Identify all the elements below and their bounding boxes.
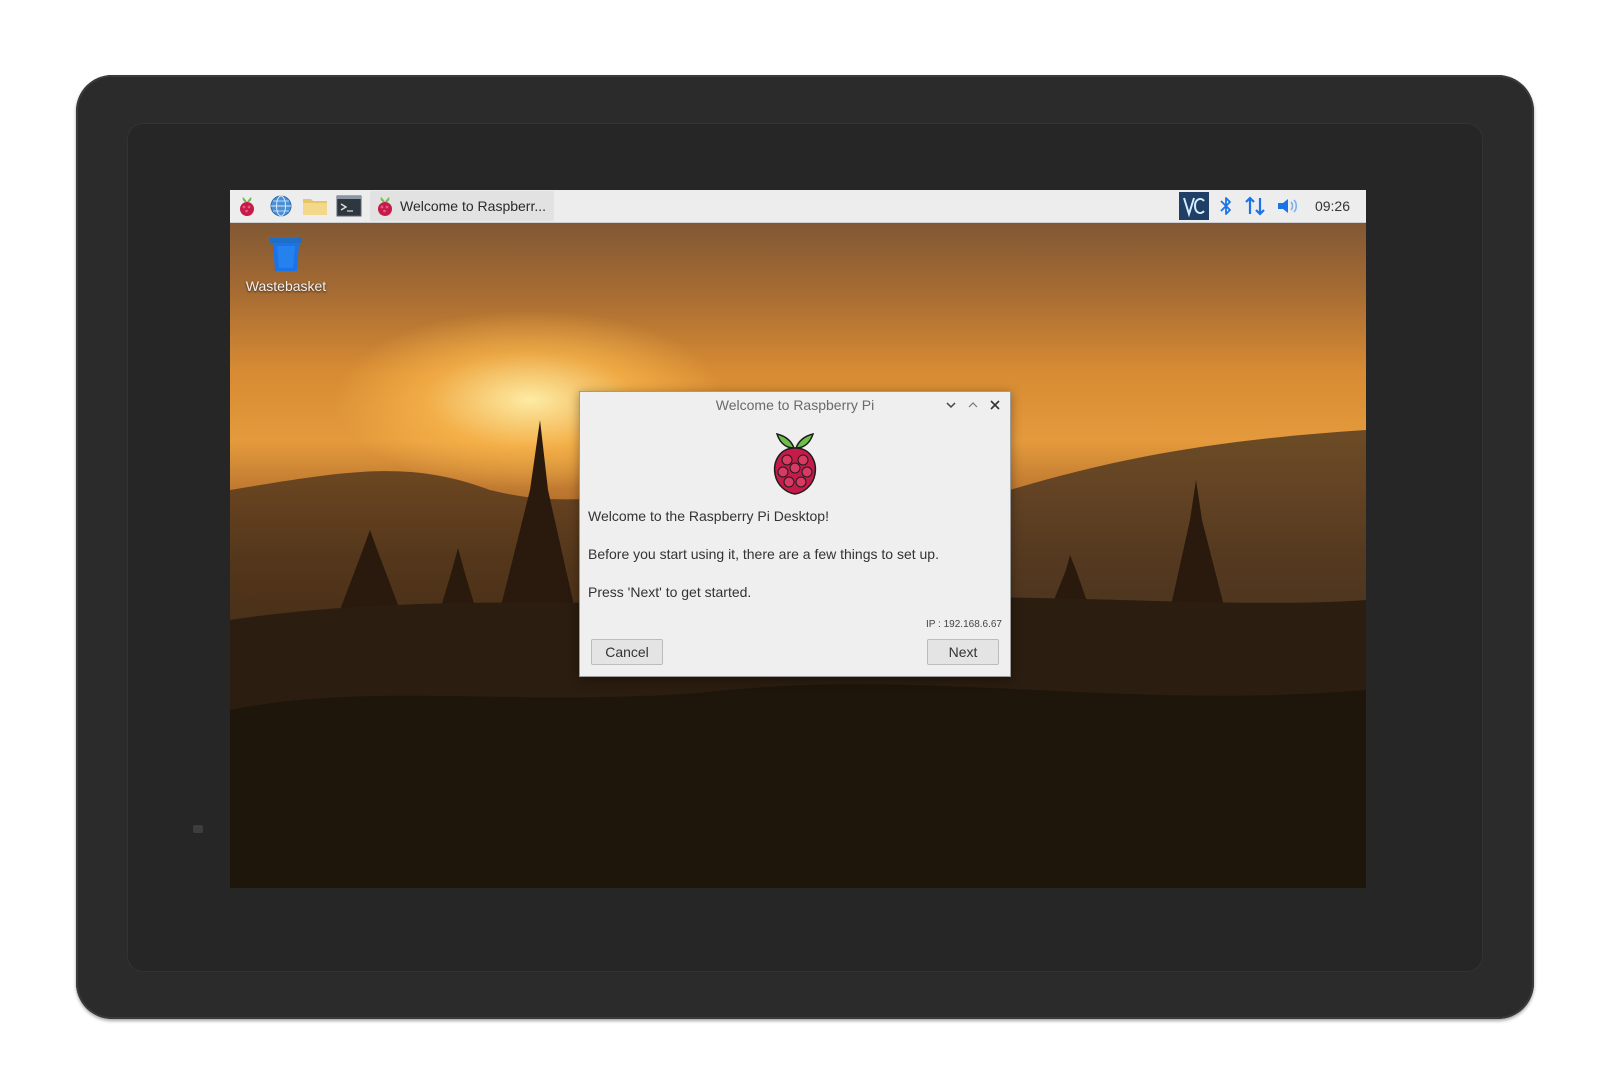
wastebasket-label: Wastebasket xyxy=(245,278,327,294)
welcome-line: Welcome to the Raspberry Pi Desktop! xyxy=(588,508,829,524)
minimize-button[interactable] xyxy=(942,395,960,415)
close-icon xyxy=(990,400,1000,410)
maximize-button[interactable] xyxy=(964,395,982,415)
ambient-sensor xyxy=(193,825,203,833)
raspberry-logo-icon xyxy=(773,432,817,495)
taskbar-window-label: Welcome to Raspberr... xyxy=(400,198,547,214)
welcome-dialog: Welcome to Raspberry Pi Welcome to the R… xyxy=(579,391,1011,677)
cancel-button[interactable]: Cancel xyxy=(591,639,663,665)
network-arrows-icon xyxy=(1245,196,1265,216)
raspberry-pi-logo xyxy=(580,430,1010,496)
next-instruction-line: Press 'Next' to get started. xyxy=(588,584,752,600)
desktop-icon-wastebasket[interactable]: Wastebasket xyxy=(242,234,330,294)
chevron-down-icon xyxy=(946,402,956,409)
terminal-launcher[interactable] xyxy=(332,190,366,222)
vnc-icon xyxy=(1178,192,1209,220)
vnc-tray-button[interactable] xyxy=(1178,191,1209,221)
raspberry-icon xyxy=(378,197,392,216)
wastebasket-icon xyxy=(270,238,302,271)
screen: Welcome to Raspberr... 09:26 Wastebasket… xyxy=(230,190,1366,888)
system-tray: 09:26 xyxy=(1178,190,1366,222)
close-button[interactable] xyxy=(986,395,1004,415)
dialog-titlebar[interactable]: Welcome to Raspberry Pi xyxy=(580,392,1010,418)
taskbar-window-button[interactable]: Welcome to Raspberr... xyxy=(370,191,555,221)
globe-icon xyxy=(270,195,292,217)
raspberry-menu-icon xyxy=(240,197,254,216)
bluetooth-tray-button[interactable] xyxy=(1217,191,1235,221)
folder-icon xyxy=(303,199,327,215)
ip-address: IP : 192.168.6.67 xyxy=(926,619,1002,630)
chevron-up-icon xyxy=(968,402,978,408)
volume-tray-button[interactable] xyxy=(1275,191,1301,221)
menu-button[interactable] xyxy=(230,190,264,222)
browser-launcher[interactable] xyxy=(264,190,298,222)
bluetooth-icon xyxy=(1220,197,1231,215)
speaker-icon xyxy=(1277,199,1298,213)
clock[interactable]: 09:26 xyxy=(1315,198,1350,214)
setup-line: Before you start using it, there are a f… xyxy=(588,546,939,562)
file-manager-launcher[interactable] xyxy=(298,190,332,222)
terminal-icon xyxy=(336,195,362,217)
window-controls xyxy=(942,395,1004,415)
dialog-title: Welcome to Raspberry Pi xyxy=(715,397,875,413)
taskbar: Welcome to Raspberr... 09:26 xyxy=(230,190,1366,223)
next-button[interactable]: Next xyxy=(927,639,999,665)
network-tray-button[interactable] xyxy=(1243,191,1267,221)
